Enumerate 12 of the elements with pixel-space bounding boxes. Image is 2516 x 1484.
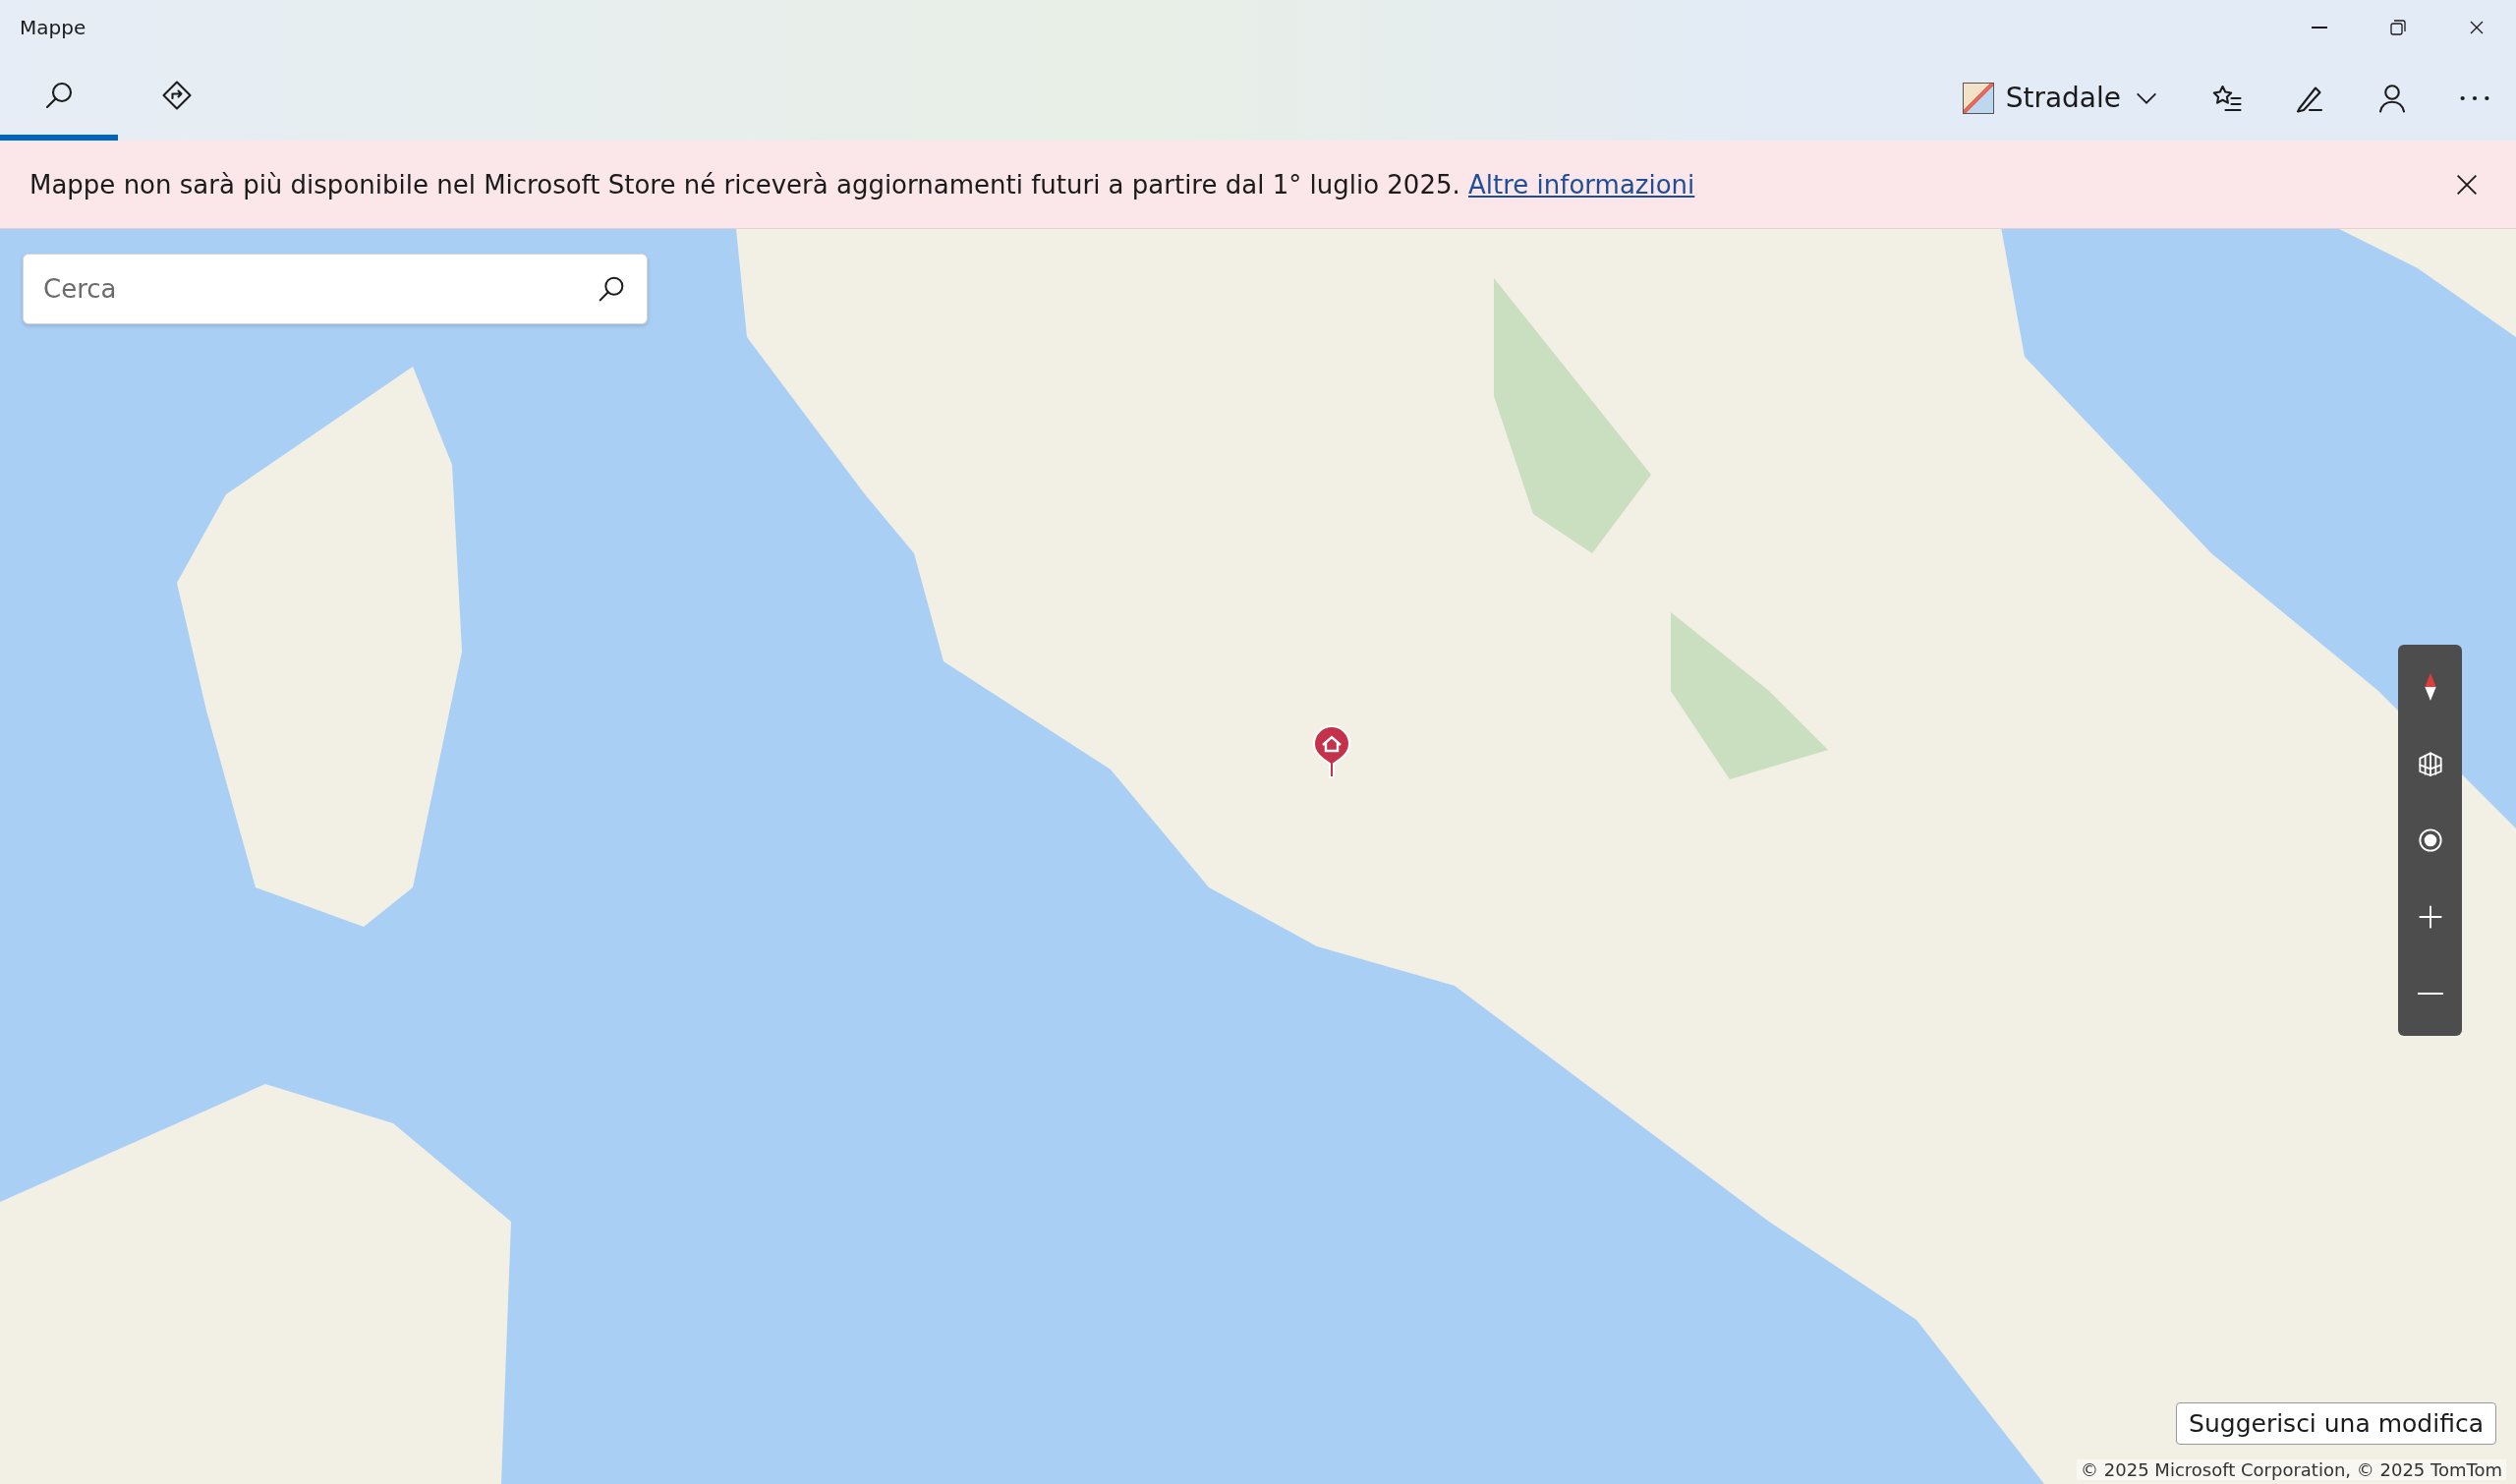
banner-message: Mappe non sarà più disponibile nel Microsoft Store né riceverà aggiornamenti futuri a partire dal 1° luglio 2025. Altre informazioni [29, 169, 1696, 200]
home-pin-icon[interactable] [1310, 724, 1353, 779]
restore-icon [2387, 17, 2409, 38]
minimize-icon [2312, 27, 2327, 29]
more-info-link[interactable]: Altre informazioni [1468, 169, 1695, 200]
copyright-text: © 2025 Microsoft Corporation, © 2025 TomTom [2077, 1459, 2506, 1480]
window-title: Mappe [19, 16, 87, 39]
suggest-edit-button[interactable]: Suggerisci una modifica [2176, 1402, 2496, 1445]
search-field[interactable]: Cerca [23, 254, 648, 324]
map-style-icon [1962, 82, 1994, 114]
map-style-dropdown[interactable]: Stradale [1936, 55, 2186, 141]
more-icon [2460, 94, 2489, 101]
